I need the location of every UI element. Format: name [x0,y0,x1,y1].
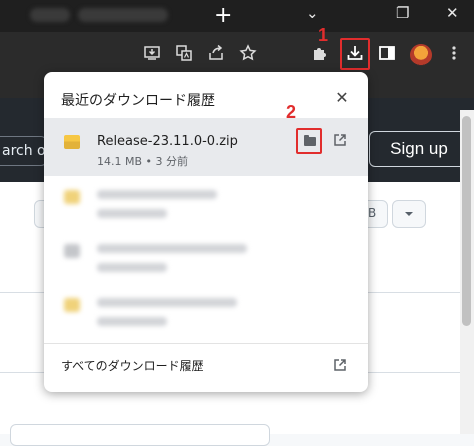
profile-avatar[interactable] [410,44,432,66]
page-dropdown-button[interactable] [392,200,426,228]
download-file-meta: 14.1 MB • 3 分前 [97,155,189,168]
popup-divider [44,343,368,344]
new-tab-button[interactable]: + [214,2,232,30]
menu-icon[interactable] [442,44,466,68]
restore-button[interactable]: ❐ [396,4,409,22]
blurred-file-icon [64,298,80,312]
open-external-icon[interactable] [333,358,347,372]
blurred-file-icon [64,244,80,258]
tab-bar: + ⌄ ❐ ✕ [0,0,474,32]
chevron-down-icon [405,212,413,216]
blurred-item [97,209,167,218]
blurred-item[interactable] [97,244,247,253]
blurred-item[interactable] [97,298,237,307]
annotation-badge-1: 1 [318,25,329,45]
blurred-item[interactable] [97,190,217,199]
blurred-item [97,317,167,326]
close-popup-button[interactable]: ✕ [332,88,352,108]
download-file-name[interactable]: Release-23.11.0-0.zip [97,134,238,149]
translate-icon[interactable] [172,44,196,68]
blurred-tab[interactable] [30,8,70,22]
minimize-button[interactable]: ⌄ [306,4,319,22]
scrollbar-thumb[interactable] [462,116,471,326]
dropdown-fragment: B [368,206,377,220]
blurred-item [97,263,167,272]
show-all-downloads-link[interactable]: すべてのダウンロード履歴 [61,357,204,374]
download-button-highlight [340,38,370,70]
blurred-tab[interactable] [78,8,168,22]
install-app-icon[interactable] [140,44,164,68]
show-in-folder-button[interactable] [296,128,322,154]
annotation-badge-2: 2 [286,102,297,122]
close-window-button[interactable]: ✕ [446,4,459,22]
folder-icon [304,135,316,146]
open-external-icon[interactable] [333,133,347,147]
page-input[interactable] [10,424,270,446]
extensions-icon[interactable] [308,44,332,68]
popup-title: 最近のダウンロード履歴 [61,93,215,109]
downloads-popup: 最近のダウンロード履歴 ✕ Release-23.11.0-0.zip 14.1… [44,72,368,392]
side-panel-icon[interactable] [375,44,399,68]
bookmark-star-icon[interactable] [236,44,260,68]
blurred-file-icon [64,190,80,204]
sign-up-button[interactable]: Sign up [369,131,469,167]
search-input[interactable]: arch or [0,136,47,166]
share-icon[interactable] [204,44,228,68]
zip-file-icon [64,135,80,149]
